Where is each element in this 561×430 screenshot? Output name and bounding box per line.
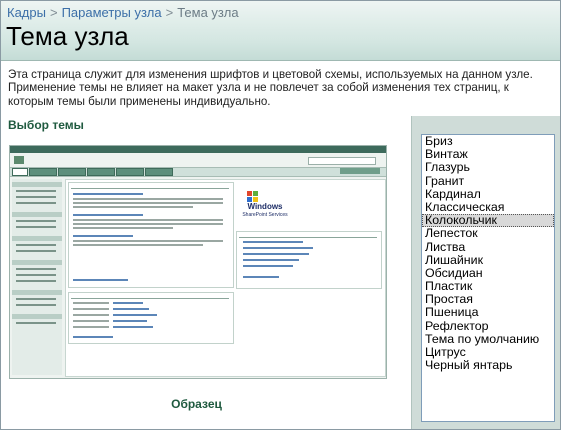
breadcrumb-separator: > <box>165 5 174 20</box>
preview-quicklaunch-line <box>16 226 56 228</box>
theme-option[interactable]: Лишайник <box>422 253 554 267</box>
windows-logo-icon <box>247 191 258 202</box>
preview-tab <box>340 168 380 174</box>
preview-link-line <box>113 314 157 316</box>
preview-quicklaunch-heading <box>12 290 62 295</box>
preview-link-line <box>243 276 279 278</box>
page-frame: Кадры > Параметры узла > Тема узла Тема узла… <box>0 0 561 430</box>
preview-product-logo: Windows SharePoint Services <box>240 203 290 219</box>
preview-link-line <box>243 259 299 261</box>
preview-quicklaunch-line <box>16 268 56 270</box>
preview-tab <box>29 168 57 176</box>
preview-text-line <box>73 219 223 221</box>
preview-link-line <box>243 241 303 243</box>
preview-quicklaunch-line <box>16 190 56 192</box>
preview-quicklaunch-heading <box>12 314 62 319</box>
preview-link-line <box>243 247 313 249</box>
preview-site-icon <box>14 156 24 164</box>
theme-option[interactable]: Гранит <box>422 174 554 188</box>
preview-text-line <box>73 326 109 328</box>
preview-webpart-header <box>239 233 377 238</box>
preview-link-line <box>73 214 143 216</box>
page-description: Эта страница служит для изменения шрифто… <box>8 68 533 108</box>
theme-listbox[interactable]: Бриз Винтаж Глазурь Гранит Кардинал Классичес… <box>421 134 555 422</box>
preview-logo-subtext: SharePoint Services <box>242 212 288 218</box>
theme-option[interactable]: Рефлектор <box>422 319 554 333</box>
preview-caption: Образец <box>171 397 222 411</box>
preview-tab <box>145 168 173 176</box>
preview-text-line <box>73 206 193 208</box>
preview-link-line <box>113 326 153 328</box>
breadcrumb-separator: > <box>49 5 58 20</box>
preview-quicklaunch-line <box>16 304 56 306</box>
preview-tab <box>58 168 86 176</box>
preview-link-line <box>243 253 309 255</box>
preview-text-line <box>73 223 223 225</box>
theme-option[interactable]: Лепесток <box>422 227 554 240</box>
preview-quicklaunch-heading <box>12 212 62 217</box>
page-header: Кадры > Параметры узла > Тема узла Тема узла <box>1 1 560 61</box>
preview-link-line <box>113 308 149 310</box>
preview-quicklaunch-line <box>16 220 56 222</box>
theme-option[interactable]: Черный янтарь <box>422 358 554 372</box>
preview-link-line <box>243 265 293 267</box>
preview-text-line <box>73 202 223 204</box>
preview-quicklaunch-heading <box>12 260 62 265</box>
preview-search-box <box>308 157 376 165</box>
preview-quicklaunch-line <box>16 244 56 246</box>
theme-preview-image: Windows SharePoint Services <box>9 145 387 379</box>
preview-text-line <box>73 240 223 242</box>
page-title: Тема узла <box>6 21 129 51</box>
preview-text-line <box>73 302 109 304</box>
section-title: Выбор темы <box>8 118 84 132</box>
breadcrumb-link-kadry[interactable]: Кадры <box>7 5 46 20</box>
preview-quicklaunch-heading <box>12 182 62 187</box>
preview-text-line <box>73 320 109 322</box>
preview-quicklaunch-line <box>16 322 56 324</box>
theme-option[interactable]: Листва <box>422 240 554 254</box>
preview-quicklaunch-line <box>16 280 56 282</box>
breadcrumb-current: Тема узла <box>177 5 239 20</box>
theme-selector-panel: Бриз Винтаж Глазурь Гранит Кардинал Классичес… <box>411 116 560 429</box>
preview-quicklaunch-line <box>16 196 56 198</box>
preview-logo-text: Windows <box>247 202 283 211</box>
preview-quicklaunch-line <box>16 202 56 204</box>
theme-option[interactable]: Пшеница <box>422 306 554 319</box>
preview-text-line <box>73 314 109 316</box>
preview-tab <box>12 168 28 176</box>
preview-text-line <box>73 308 109 310</box>
preview-link-line <box>73 235 133 237</box>
preview-quicklaunch-heading <box>12 236 62 241</box>
preview-link-line <box>73 279 128 281</box>
preview-text-line <box>73 198 223 200</box>
preview-link-line <box>73 336 113 338</box>
preview-quicklaunch-line <box>16 274 56 276</box>
preview-link-line <box>73 193 143 195</box>
preview-tab <box>87 168 115 176</box>
theme-option[interactable]: Глазурь <box>422 161 554 174</box>
breadcrumb-link-site-settings[interactable]: Параметры узла <box>62 5 162 20</box>
theme-option[interactable]: Кардинал <box>422 187 554 201</box>
preview-webpart-header <box>71 184 229 189</box>
preview-link-line <box>113 320 147 322</box>
preview-webpart-header <box>71 294 229 299</box>
preview-topbar <box>10 146 386 153</box>
breadcrumb: Кадры > Параметры узла > Тема узла <box>7 5 239 20</box>
preview-text-line <box>73 244 203 246</box>
preview-quicklaunch-line <box>16 250 56 252</box>
preview-quicklaunch <box>12 179 62 375</box>
preview-tab <box>116 168 144 176</box>
preview-quicklaunch-line <box>16 298 56 300</box>
preview-text-line <box>73 227 173 229</box>
preview-link-line <box>113 302 143 304</box>
